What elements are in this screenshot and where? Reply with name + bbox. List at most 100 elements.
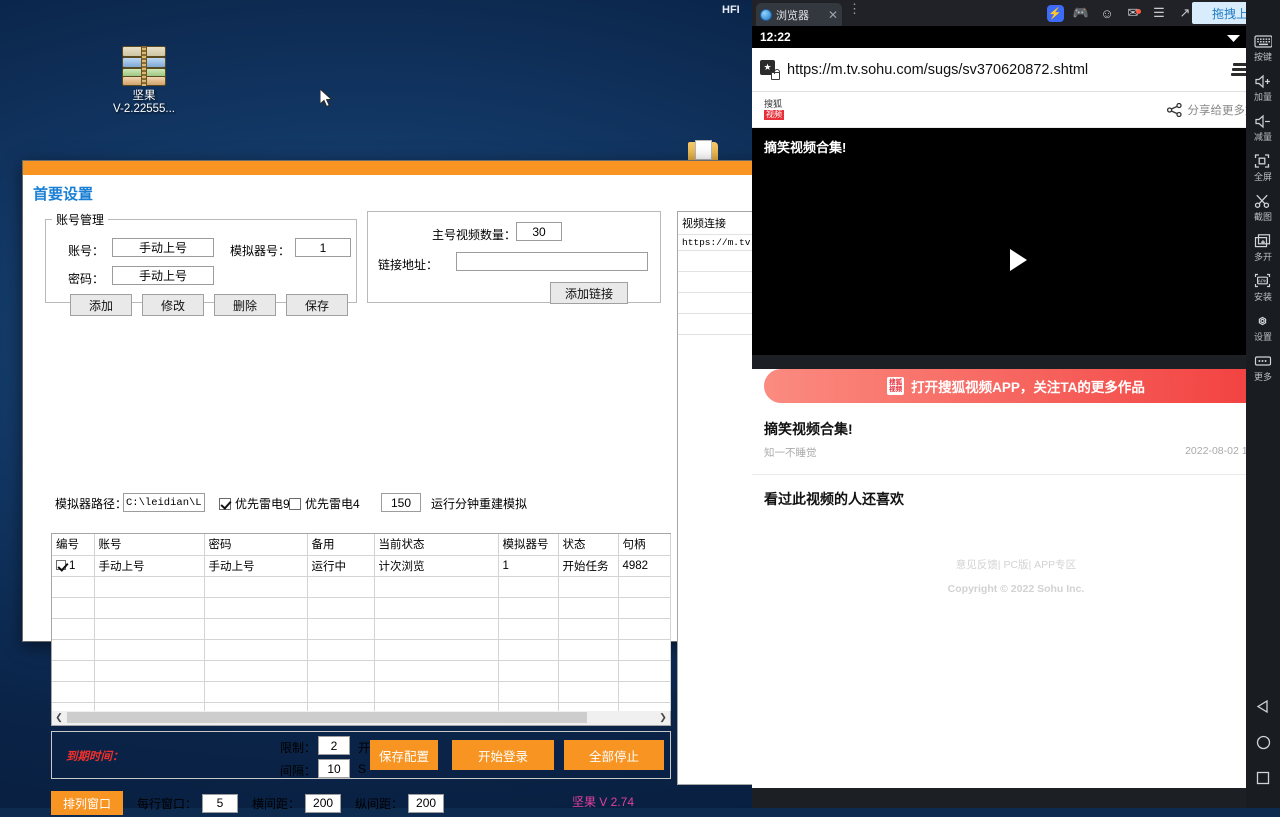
- tab-menu-icon[interactable]: ⋮: [848, 2, 861, 15]
- cell-empty: [204, 576, 308, 598]
- table-row-empty[interactable]: [52, 639, 671, 661]
- emu-tool-label: 多开: [1253, 252, 1272, 262]
- desktop-icon-sublabel: V-2.22555...: [112, 103, 176, 115]
- emulator-no-input[interactable]: [295, 238, 351, 257]
- cell-empty: [94, 681, 205, 703]
- desktop-icon-nut[interactable]: 坚果 V-2.22555...: [96, 46, 192, 116]
- prefer-ld9-checkbox[interactable]: 优先雷电9: [219, 495, 290, 512]
- cell-empty: [558, 660, 619, 682]
- footer-links[interactable]: 意见反馈| PC版| APP专区: [752, 557, 1280, 572]
- scroll-left-icon[interactable]: ❮: [52, 711, 66, 724]
- cell-empty: [374, 618, 499, 640]
- video-count-label: 主号视频数量：: [432, 228, 517, 242]
- v-gap-input[interactable]: [408, 793, 445, 813]
- emu-tool-全屏[interactable]: 全屏: [1246, 146, 1280, 186]
- rebuild-minutes-input[interactable]: [381, 493, 421, 512]
- per-row-input[interactable]: [202, 793, 239, 813]
- prefer-ld4-label: 优先雷电4: [305, 497, 360, 511]
- cell-password: 手动上号: [204, 555, 308, 577]
- emu-tool-按键[interactable]: 按键: [1246, 26, 1280, 66]
- emu-tool-加量[interactable]: 加量: [1246, 66, 1280, 106]
- settings-icon: [1246, 312, 1280, 329]
- home-icon[interactable]: [1246, 724, 1280, 760]
- stop-all-button[interactable]: 全部停止: [564, 740, 664, 770]
- cell-empty: [307, 618, 375, 640]
- table-row-empty[interactable]: [52, 618, 671, 640]
- account-input[interactable]: [112, 238, 214, 257]
- accounts-table[interactable]: 编号 账号 密码 备用 当前状态 模拟器号 状态 句柄 1 手动上号 手动上号 运行中…: [51, 533, 671, 724]
- password-input[interactable]: [112, 266, 214, 285]
- col-password: 密码: [204, 534, 308, 556]
- link-url-input[interactable]: [456, 252, 648, 271]
- play-icon[interactable]: [1009, 249, 1027, 271]
- start-login-button[interactable]: 开始登录: [452, 740, 554, 770]
- cell-empty: [374, 681, 499, 703]
- ldplayer-emulator-window: 浏览器 ✕ ⋮ ⚡ 🎮 ☺ ✉ ☰ ↗ — ▢ 拖拽上传 12:22: [752, 0, 1280, 808]
- save-config-button[interactable]: 保存配置: [370, 740, 438, 770]
- cell-handle: 4982: [618, 555, 671, 577]
- video-count-input[interactable]: [516, 222, 562, 241]
- gamepad-icon[interactable]: 🎮: [1068, 5, 1094, 21]
- emu-tool-多开[interactable]: 多开: [1246, 226, 1280, 266]
- prefer-ld9-label: 优先雷电9: [235, 497, 290, 511]
- emu-tool-截图[interactable]: 截图: [1246, 186, 1280, 226]
- cell-account: 手动上号: [94, 555, 205, 577]
- cell-empty: [558, 681, 619, 703]
- close-icon[interactable]: ✕: [828, 8, 838, 22]
- mouse-cursor-icon: [320, 89, 333, 108]
- emu-tool-更多[interactable]: 更多: [1246, 346, 1280, 386]
- cell-empty: [498, 597, 559, 619]
- cell-empty: [94, 639, 205, 661]
- table-row-empty[interactable]: [52, 660, 671, 682]
- arrange-window-button[interactable]: 排列窗口: [51, 791, 123, 815]
- share-icon: [1166, 102, 1182, 117]
- emu-tool-label: 安装: [1253, 292, 1272, 302]
- limit-input[interactable]: [318, 736, 350, 755]
- open-app-cta-label: 打开搜狐视频APP，关注TA的更多作品: [911, 380, 1145, 395]
- row-checkbox[interactable]: [56, 559, 66, 570]
- table-horizontal-scrollbar[interactable]: ❮ ❯: [51, 711, 671, 726]
- prefer-ld4-checkbox[interactable]: 优先雷电4: [289, 495, 360, 512]
- url-text[interactable]: https://m.tv.sohu.com/sugs/sv370620872.s…: [787, 62, 1231, 78]
- video-player[interactable]: [752, 165, 1280, 355]
- account-icon[interactable]: ☺: [1094, 6, 1120, 21]
- table-row[interactable]: 1 手动上号 手动上号 运行中 计次浏览 1 开始任务 4982: [52, 555, 671, 577]
- emulator-path-input[interactable]: [123, 493, 205, 512]
- emu-tool-label: 减量: [1253, 132, 1272, 142]
- browser-url-bar[interactable]: ★ https://m.tv.sohu.com/sugs/sv370620872…: [752, 48, 1280, 92]
- mail-icon[interactable]: ✉: [1120, 5, 1146, 21]
- cell-empty: [52, 660, 95, 682]
- h-gap-input[interactable]: [305, 793, 342, 813]
- menu-icon[interactable]: ☰: [1146, 5, 1172, 21]
- bolt-icon[interactable]: ⚡: [1042, 4, 1068, 22]
- edit-button[interactable]: 修改: [142, 294, 204, 316]
- cell-empty: [374, 597, 499, 619]
- app-titlebar: [23, 161, 771, 175]
- add-link-button[interactable]: 添加链接: [550, 282, 628, 304]
- sohu-logo-text: 搜狐: [764, 99, 783, 109]
- android-status-bar: 12:22: [752, 26, 1280, 48]
- interval-input[interactable]: [318, 759, 350, 778]
- app-version-label: 坚果 V 2.74: [571, 795, 634, 809]
- cell-empty: [498, 576, 559, 598]
- emu-tool-减量[interactable]: 减量: [1246, 106, 1280, 146]
- sohu-logo[interactable]: 搜狐 视频: [764, 99, 784, 120]
- table-row-empty[interactable]: [52, 576, 671, 598]
- add-button[interactable]: 添加: [70, 294, 132, 316]
- scroll-right-icon[interactable]: ❯: [656, 711, 670, 724]
- video-author[interactable]: 知一不睡觉: [764, 445, 817, 460]
- browser-tab[interactable]: 浏览器 ✕: [756, 3, 842, 26]
- sohu-page-body: 搜狐 视频 打开搜狐视频APP，关注TA的更多作品 摘笑视频合集! 知一不睡觉 …: [752, 369, 1280, 788]
- account-management-group: 账号管理 账号： 模拟器号： 密码： 添加 修改 删除 保存: [45, 211, 357, 316]
- table-row-empty[interactable]: [52, 597, 671, 619]
- emu-tool-设置[interactable]: 设置: [1246, 306, 1280, 346]
- back-icon[interactable]: [1246, 688, 1280, 724]
- scroll-thumb[interactable]: [67, 712, 587, 723]
- cell-empty: [204, 618, 308, 640]
- open-app-cta-button[interactable]: 搜狐 视频 打开搜狐视频APP，关注TA的更多作品: [764, 369, 1268, 403]
- save-button[interactable]: 保存: [286, 294, 348, 316]
- recents-icon[interactable]: [1246, 760, 1280, 796]
- table-row-empty[interactable]: [52, 681, 671, 703]
- emu-tool-安装[interactable]: APK 安装: [1246, 266, 1280, 306]
- delete-button[interactable]: 删除: [214, 294, 276, 316]
